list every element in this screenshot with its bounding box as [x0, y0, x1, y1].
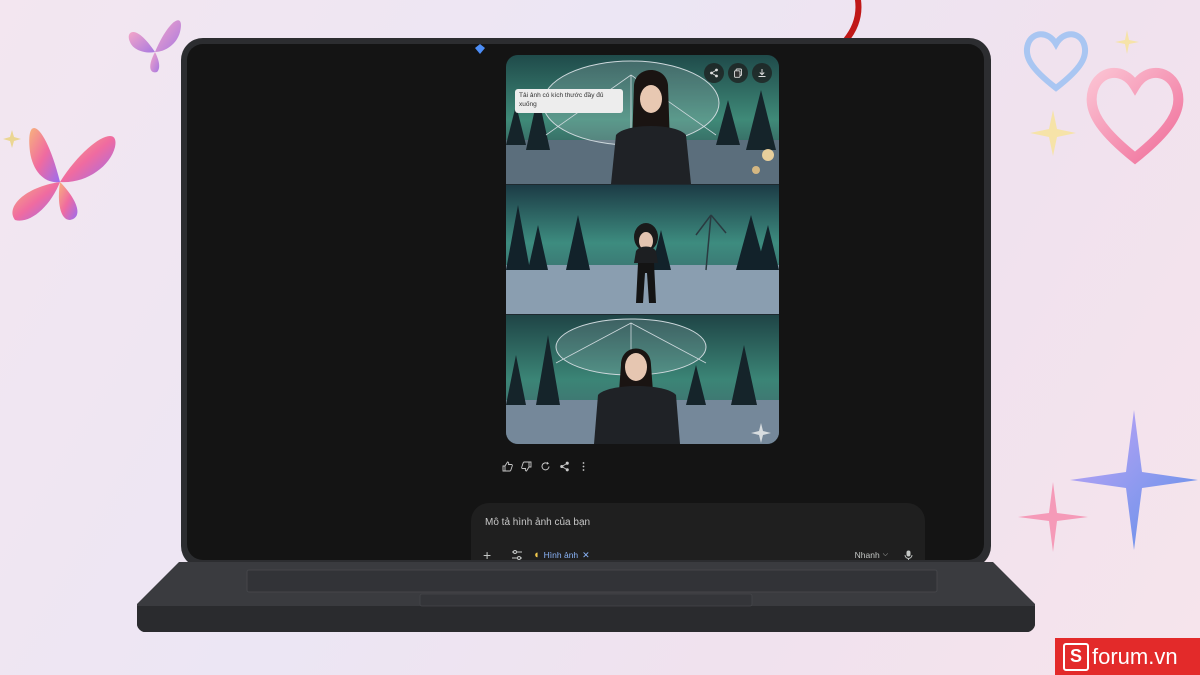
- microphone-button[interactable]: [904, 550, 913, 560]
- sparkle-large-icon: [1070, 410, 1198, 550]
- more-options-button[interactable]: [577, 460, 590, 473]
- brand-mark: S: [1063, 642, 1089, 671]
- sparkle-icon: [1018, 482, 1088, 552]
- image-mode-chip[interactable]: ◖ Hình ảnh ✕: [533, 549, 590, 560]
- heart-pink-icon: [1086, 67, 1184, 165]
- download-icon: [758, 69, 766, 77]
- banana-icon: ◖: [533, 549, 540, 560]
- chevron-down-icon: ⌵: [882, 551, 888, 558]
- add-button[interactable]: +: [483, 547, 497, 560]
- share-icon: [710, 68, 718, 78]
- generated-image-stack[interactable]: [506, 55, 779, 444]
- download-image-button[interactable]: [752, 63, 772, 83]
- regenerate-button[interactable]: [539, 460, 552, 473]
- prompt-input[interactable]: Mô tả hình ảnh của bạn: [485, 517, 590, 528]
- prompt-composer[interactable]: Mô tả hình ảnh của bạn + ◖ Hình ảnh ✕ Nh…: [471, 503, 925, 560]
- copy-image-button[interactable]: [728, 63, 748, 83]
- download-tooltip: Tải ảnh có kích thước đầy đủ xuống: [515, 89, 623, 113]
- tune-icon: [512, 550, 522, 560]
- generated-image-2[interactable]: [506, 185, 779, 314]
- forum-brand-logo: S forum.vn: [1055, 638, 1200, 675]
- remove-chip-icon[interactable]: ✕: [582, 550, 590, 561]
- sparkle-icon: [1030, 110, 1076, 156]
- butterfly-top-left: [128, 20, 181, 73]
- share-image-button[interactable]: [704, 63, 724, 83]
- gemini-logo-icon: [475, 44, 485, 54]
- response-feedback-bar: [501, 460, 590, 473]
- thumbs-down-icon: [521, 461, 532, 472]
- copy-icon: [734, 68, 742, 78]
- microphone-icon: [904, 550, 913, 560]
- sparkle-icon: [3, 130, 21, 148]
- share-icon: [560, 461, 569, 472]
- composer-toolbar: + ◖ Hình ảnh ✕ Nhanh ⌵: [483, 547, 913, 560]
- gemini-screen: Mô tả hình ảnh của bạn + ◖ Hình ảnh ✕ Nh…: [187, 44, 984, 560]
- thumbs-down-button[interactable]: [520, 460, 533, 473]
- share-response-button[interactable]: [558, 460, 571, 473]
- model-selector[interactable]: Nhanh ⌵: [855, 550, 888, 560]
- generated-image-3[interactable]: [506, 315, 779, 444]
- regenerate-icon: [541, 461, 550, 471]
- sparkle-icon: [1115, 30, 1139, 54]
- thumbs-up-button[interactable]: [501, 460, 514, 473]
- model-label: Nhanh: [854, 550, 880, 560]
- image-chip-label: Hình ảnh: [543, 550, 579, 560]
- butterfly-left: [12, 128, 116, 221]
- thumbs-up-icon: [502, 461, 513, 472]
- image-action-bar: [704, 63, 772, 83]
- brand-name: forum.vn: [1092, 643, 1178, 669]
- tools-button[interactable]: [511, 549, 523, 560]
- more-vert-icon: [582, 462, 585, 471]
- heart-outline-icon: [1023, 31, 1089, 92]
- laptop-base: [137, 562, 1035, 632]
